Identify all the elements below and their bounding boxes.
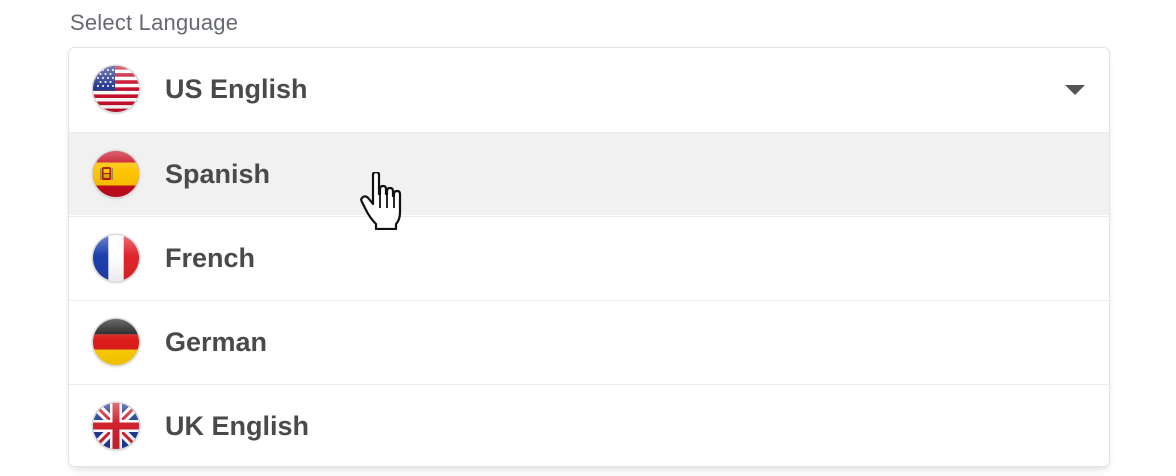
- us-flag-icon: [93, 66, 139, 112]
- language-option-german[interactable]: German: [69, 300, 1109, 383]
- germany-flag-icon: [93, 319, 139, 365]
- language-field-label: Select Language: [70, 10, 239, 35]
- selected-language-label: US English: [165, 74, 308, 104]
- caret-down-icon[interactable]: [1065, 85, 1085, 95]
- spain-flag-icon: [93, 151, 139, 197]
- language-option-label: German: [165, 326, 268, 357]
- uk-flag-icon: [93, 403, 139, 449]
- france-flag-icon: [93, 235, 139, 281]
- language-dropdown[interactable]: US English Spanish French German UK Engl…: [68, 47, 1110, 467]
- language-option-label: UK English: [165, 410, 310, 441]
- language-select-current[interactable]: US English: [69, 48, 1109, 131]
- language-option-uk-english[interactable]: UK English: [69, 384, 1109, 466]
- language-option-french[interactable]: French: [69, 216, 1109, 299]
- language-option-label: Spanish: [165, 158, 271, 189]
- hand-pointer-cursor-icon: [360, 172, 402, 230]
- language-option-spanish[interactable]: Spanish: [69, 132, 1109, 215]
- language-option-label: French: [165, 242, 256, 273]
